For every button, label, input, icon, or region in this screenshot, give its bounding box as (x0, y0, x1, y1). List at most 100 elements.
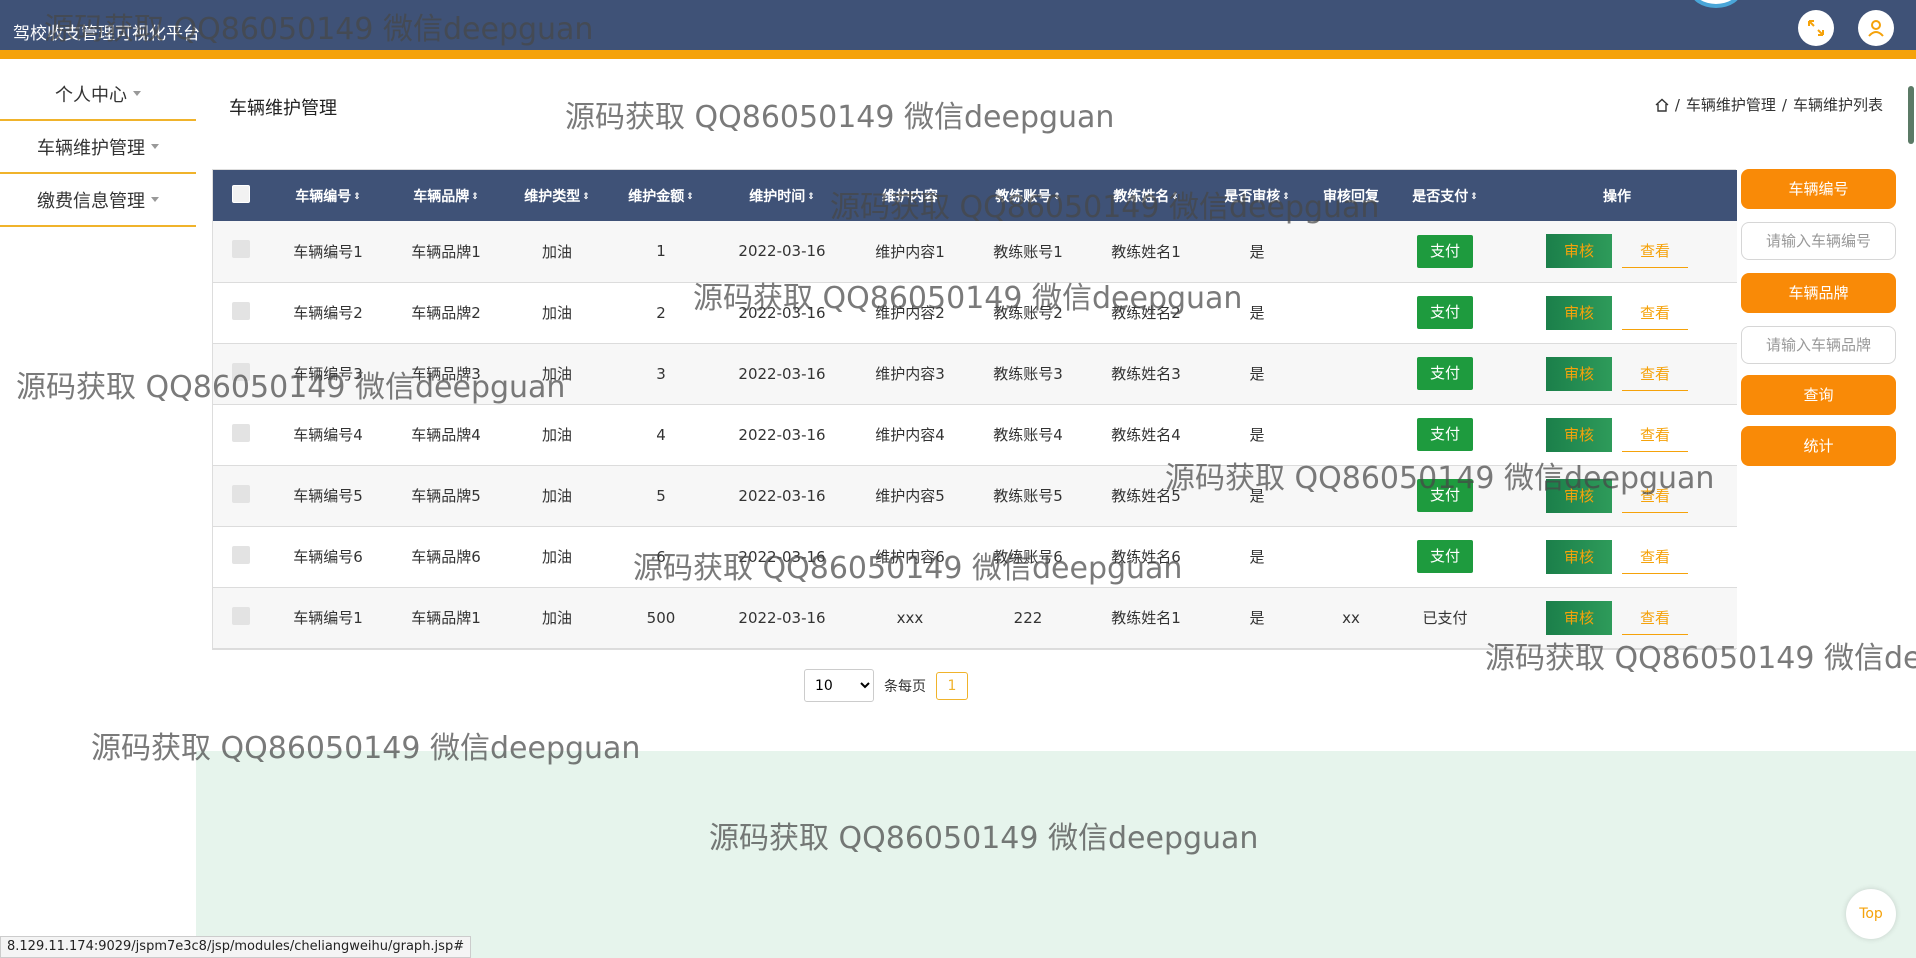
column-header: 操作 (1603, 188, 1631, 205)
column-header[interactable]: 教练账号 ⇕ (969, 170, 1087, 221)
audit-button[interactable]: 审核 (1546, 539, 1612, 574)
row-checkbox[interactable] (232, 240, 250, 259)
row-checkbox[interactable] (232, 606, 250, 625)
cell-name: 教练姓名1 (1111, 242, 1181, 261)
page-number-current[interactable]: 1 (936, 671, 968, 700)
avatar[interactable] (1690, 0, 1742, 8)
cell-type: 加油 (541, 304, 572, 322)
row-select-cell[interactable] (213, 221, 269, 282)
cell-no: 车辆编号1 (293, 242, 363, 261)
row-checkbox[interactable] (232, 484, 250, 503)
cell-content: 维护内容5 (875, 487, 945, 505)
cell-brand: 车辆品牌1 (411, 609, 481, 627)
view-button[interactable]: 查看 (1622, 296, 1688, 330)
pay-button[interactable]: 支付 (1417, 540, 1473, 573)
column-header[interactable]: 是否审核 ⇕ (1205, 170, 1309, 221)
cell-reply (1309, 465, 1393, 526)
row-checkbox[interactable] (232, 301, 250, 320)
stats-button[interactable]: 统计 (1741, 426, 1896, 466)
cell-audited: 是 (1249, 426, 1265, 444)
cell-paid: 支付 (1393, 343, 1497, 404)
cell-content: xxx (896, 608, 924, 627)
home-icon[interactable] (1655, 98, 1669, 112)
cell-amount: 1 (656, 242, 666, 261)
back-to-top-button[interactable]: Top (1846, 889, 1896, 939)
caret-down-icon (151, 144, 159, 149)
audit-button[interactable]: 审核 (1546, 417, 1612, 452)
audit-button[interactable]: 审核 (1546, 600, 1612, 635)
vehicle-no-label-button[interactable]: 车辆编号 (1741, 169, 1896, 209)
caret-down-icon (151, 197, 159, 202)
table-row: 车辆编号4 车辆品牌4 加油 4 2022-03-16 维护内容4 教练账号4 教练姓名4 是 支… (213, 404, 1737, 465)
page-size-select[interactable]: 10 (804, 669, 874, 702)
pay-button[interactable]: 支付 (1417, 357, 1473, 390)
user-menu-button[interactable] (1858, 10, 1894, 46)
sort-icon: ⇕ (1282, 191, 1290, 202)
audit-button[interactable]: 审核 (1546, 295, 1612, 330)
column-header[interactable]: 车辆品牌 ⇕ (387, 170, 505, 221)
cell-no: 车辆编号4 (293, 426, 363, 444)
brand-label-button[interactable]: 车辆品牌 (1741, 273, 1896, 313)
sidebar: 个人中心 车辆维护管理 缴费信息管理 (0, 68, 196, 227)
row-checkbox[interactable] (232, 423, 250, 442)
cell-name: 教练姓名5 (1111, 487, 1181, 505)
select-all-cell[interactable] (213, 170, 269, 221)
column-header[interactable]: 车辆编号 ⇕ (269, 170, 387, 221)
pay-button[interactable]: 支付 (1417, 418, 1473, 451)
sidebar-item-personal-center[interactable]: 个人中心 (0, 68, 196, 121)
vehicle-no-input[interactable] (1741, 222, 1896, 260)
column-header[interactable]: 维护金额 ⇕ (609, 170, 713, 221)
cell-paid: 支付 (1393, 526, 1497, 587)
row-checkbox[interactable] (232, 545, 250, 564)
audit-button[interactable]: 审核 (1546, 234, 1612, 269)
column-header[interactable]: 是否支付 ⇕ (1393, 170, 1497, 221)
view-button[interactable]: 查看 (1622, 479, 1688, 513)
breadcrumb-item[interactable]: 车辆维护管理 (1686, 94, 1776, 115)
table-row: 车辆编号5 车辆品牌5 加油 5 2022-03-16 维护内容5 教练账号5 教练姓名5 是 支… (213, 465, 1737, 526)
row-select-cell[interactable] (213, 465, 269, 526)
pay-button[interactable]: 支付 (1417, 296, 1473, 329)
table-row: 车辆编号1 车辆品牌1 加油 500 2022-03-16 xxx 222 教练姓名1 是 xx 已… (213, 587, 1737, 648)
cell-paid: 支付 (1393, 282, 1497, 343)
cell-reply (1309, 404, 1393, 465)
audit-button[interactable]: 审核 (1546, 356, 1612, 391)
cell-amount: 3 (656, 364, 666, 383)
table-row: 车辆编号1 车辆品牌1 加油 1 2022-03-16 维护内容1 教练账号1 教练姓名1 是 支… (213, 221, 1737, 282)
query-button[interactable]: 查询 (1741, 375, 1896, 415)
sidebar-item-label: 缴费信息管理 (37, 190, 145, 212)
column-header[interactable]: 维护时间 ⇕ (713, 170, 851, 221)
cell-content: 维护内容1 (875, 242, 945, 261)
fullscreen-button[interactable] (1798, 10, 1834, 46)
fullscreen-icon (1808, 20, 1824, 36)
select-all-checkbox[interactable] (232, 184, 250, 203)
view-button[interactable]: 查看 (1622, 540, 1688, 574)
cell-brand: 车辆品牌2 (411, 304, 481, 322)
cell-type: 加油 (541, 426, 572, 444)
cell-content: 维护内容6 (875, 548, 945, 566)
breadcrumb-separator: / (1781, 95, 1787, 114)
watermark: 源码获取 QQ86050149 微信deepguan (565, 100, 1115, 135)
per-page-label: 条每页 (884, 678, 926, 695)
view-button[interactable]: 查看 (1622, 418, 1688, 452)
row-checkbox[interactable] (232, 362, 250, 381)
row-select-cell[interactable] (213, 587, 269, 648)
column-header[interactable]: 教练姓名 ⇕ (1087, 170, 1205, 221)
pay-button[interactable]: 支付 (1417, 479, 1473, 512)
view-button[interactable]: 查看 (1622, 601, 1688, 635)
column-header[interactable]: 维护类型 ⇕ (505, 170, 609, 221)
row-select-cell[interactable] (213, 343, 269, 404)
cell-time: 2022-03-16 (738, 547, 826, 566)
scrollbar[interactable] (1908, 86, 1914, 144)
user-icon (1868, 20, 1884, 37)
brand-input[interactable] (1741, 326, 1896, 364)
row-select-cell[interactable] (213, 404, 269, 465)
pay-button[interactable]: 支付 (1417, 234, 1473, 268)
row-select-cell[interactable] (213, 526, 269, 587)
audit-button[interactable]: 审核 (1546, 478, 1612, 513)
sidebar-item-vehicle-maintenance[interactable]: 车辆维护管理 (0, 121, 196, 174)
view-button[interactable]: 查看 (1622, 357, 1688, 391)
sidebar-item-fee-info[interactable]: 缴费信息管理 (0, 174, 196, 227)
view-button[interactable]: 查看 (1622, 234, 1688, 269)
cell-account: 教练账号5 (993, 487, 1063, 505)
row-select-cell[interactable] (213, 282, 269, 343)
